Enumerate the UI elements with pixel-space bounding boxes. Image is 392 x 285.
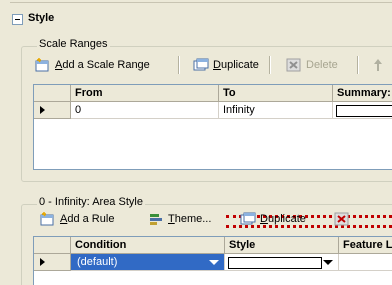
add-scale-range-label: dd a Scale Range	[62, 59, 150, 71]
style-preview-box	[228, 257, 322, 269]
style-cell[interactable]	[225, 254, 339, 271]
duplicate-rule-label-u: D	[260, 213, 268, 225]
add-rule-label: dd a Rule	[67, 213, 115, 225]
delete-scale-range-button[interactable]: Delete	[286, 58, 338, 72]
column-header-summary[interactable]: Summary: Area	[333, 85, 392, 102]
duplicate-label: uplicate	[220, 59, 259, 71]
rules-grid: Condition Style Feature Label (default)	[33, 236, 392, 285]
duplicate-label-u: D	[213, 59, 221, 71]
cell-to[interactable]: Infinity	[219, 102, 333, 119]
condition-dropdown-arrow-icon[interactable]	[209, 260, 219, 265]
area-style-label: 0 - Infinity: Area Style	[37, 196, 145, 208]
up-arrow-icon	[372, 58, 388, 72]
column-header-feature-label[interactable]: Feature Label	[339, 237, 392, 254]
column-header-style[interactable]: Style	[225, 237, 339, 254]
grid-corner-header	[34, 237, 71, 254]
row-selector[interactable]	[34, 254, 71, 271]
grid-corner-header	[34, 85, 71, 102]
cell-from[interactable]: 0	[71, 102, 219, 119]
style-panel: Style Scale Ranges Add a Scale Range Dup…	[0, 0, 392, 285]
top-divider	[10, 2, 392, 3]
duplicate-scale-range-button[interactable]: Duplicate	[193, 58, 259, 72]
add-rule-button[interactable]: Add a Rule	[40, 212, 114, 226]
condition-cell[interactable]: (default)	[71, 254, 225, 271]
collapse-icon[interactable]	[12, 14, 23, 25]
delete-rule-icon	[334, 212, 350, 226]
toolbar-separator	[269, 56, 271, 74]
theme-label-u: T	[168, 213, 175, 225]
toolbar-separator	[357, 56, 359, 74]
summary-preview-box	[336, 105, 392, 117]
column-header-to[interactable]: To	[219, 85, 333, 102]
condition-value: (default)	[77, 256, 118, 268]
scale-ranges-grid: From To Summary: Area 0 Infinity	[33, 84, 392, 170]
delete-label: Delete	[306, 59, 338, 71]
current-row-arrow-icon	[40, 258, 45, 266]
style-dropdown-arrow-icon[interactable]	[323, 260, 333, 265]
cell-summary[interactable]	[333, 102, 392, 119]
theme-button[interactable]: Theme...	[148, 212, 211, 226]
current-row-arrow-icon	[40, 106, 45, 114]
row-selector[interactable]	[34, 102, 71, 119]
duplicate-icon	[193, 58, 209, 72]
column-header-condition[interactable]: Condition	[71, 237, 225, 254]
add-scale-range-button[interactable]: Add a Scale Range	[35, 58, 150, 72]
style-title: Style	[28, 12, 55, 24]
add-scale-range-icon	[35, 58, 51, 72]
column-header-from[interactable]: From	[71, 85, 219, 102]
duplicate-rule-icon	[240, 212, 256, 226]
theme-icon	[148, 212, 164, 226]
delete-icon	[286, 58, 302, 72]
duplicate-rule-button[interactable]: Duplicate	[240, 212, 306, 226]
move-up-button[interactable]	[372, 58, 388, 72]
theme-label: heme...	[174, 213, 212, 225]
toolbar-separator	[178, 56, 180, 74]
delete-rule-button[interactable]	[334, 212, 350, 226]
scale-ranges-label: Scale Ranges	[37, 38, 110, 50]
feature-label-cell[interactable]	[339, 254, 392, 271]
add-rule-icon	[40, 212, 56, 226]
duplicate-rule-label: uplicate	[267, 213, 306, 225]
